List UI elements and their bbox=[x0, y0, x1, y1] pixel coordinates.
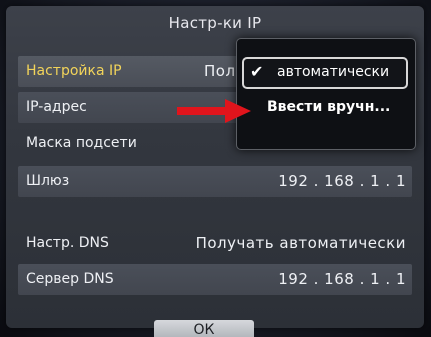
row-label: Шлюз bbox=[26, 173, 70, 189]
row-gateway[interactable]: Шлюз 192 . 168 . 1 . 1 bbox=[18, 166, 412, 197]
row-value: 192 . 168 . 1 . 1 bbox=[278, 172, 406, 190]
dialog-title: Настр-ки IP bbox=[168, 14, 262, 32]
option-manual[interactable]: Ввести вручн... bbox=[267, 99, 390, 115]
red-arrow-icon bbox=[177, 99, 251, 123]
row-label: Настр. DNS bbox=[26, 235, 109, 251]
row-label: Маска подсети bbox=[26, 135, 137, 151]
row-dns-server[interactable]: Сервер DNS 192 . 168 . 1 . 1 bbox=[18, 264, 412, 295]
row-label: Настройка IP bbox=[26, 63, 122, 79]
row-dns-setting[interactable]: Настр. DNS Получать автоматически bbox=[18, 228, 412, 259]
option-automatic-label: автоматически bbox=[277, 64, 390, 80]
row-value: Получать автоматически bbox=[195, 234, 406, 252]
check-icon: ✔ bbox=[250, 62, 264, 81]
row-value: 192 . 168 . 1 . 1 bbox=[278, 270, 406, 288]
tv-screen: Настр-ки IP Настройка IP Пол IP-адрес Ма… bbox=[0, 0, 431, 337]
row-value: Пол bbox=[204, 62, 236, 80]
ok-button[interactable]: ОК bbox=[154, 320, 254, 337]
ip-mode-dropdown[interactable]: ✔ автоматически Ввести вручн... bbox=[236, 38, 416, 150]
option-automatic[interactable]: ✔ автоматически bbox=[242, 57, 408, 89]
row-label: IP-адрес bbox=[26, 99, 87, 115]
row-label: Сервер DNS bbox=[26, 271, 114, 287]
